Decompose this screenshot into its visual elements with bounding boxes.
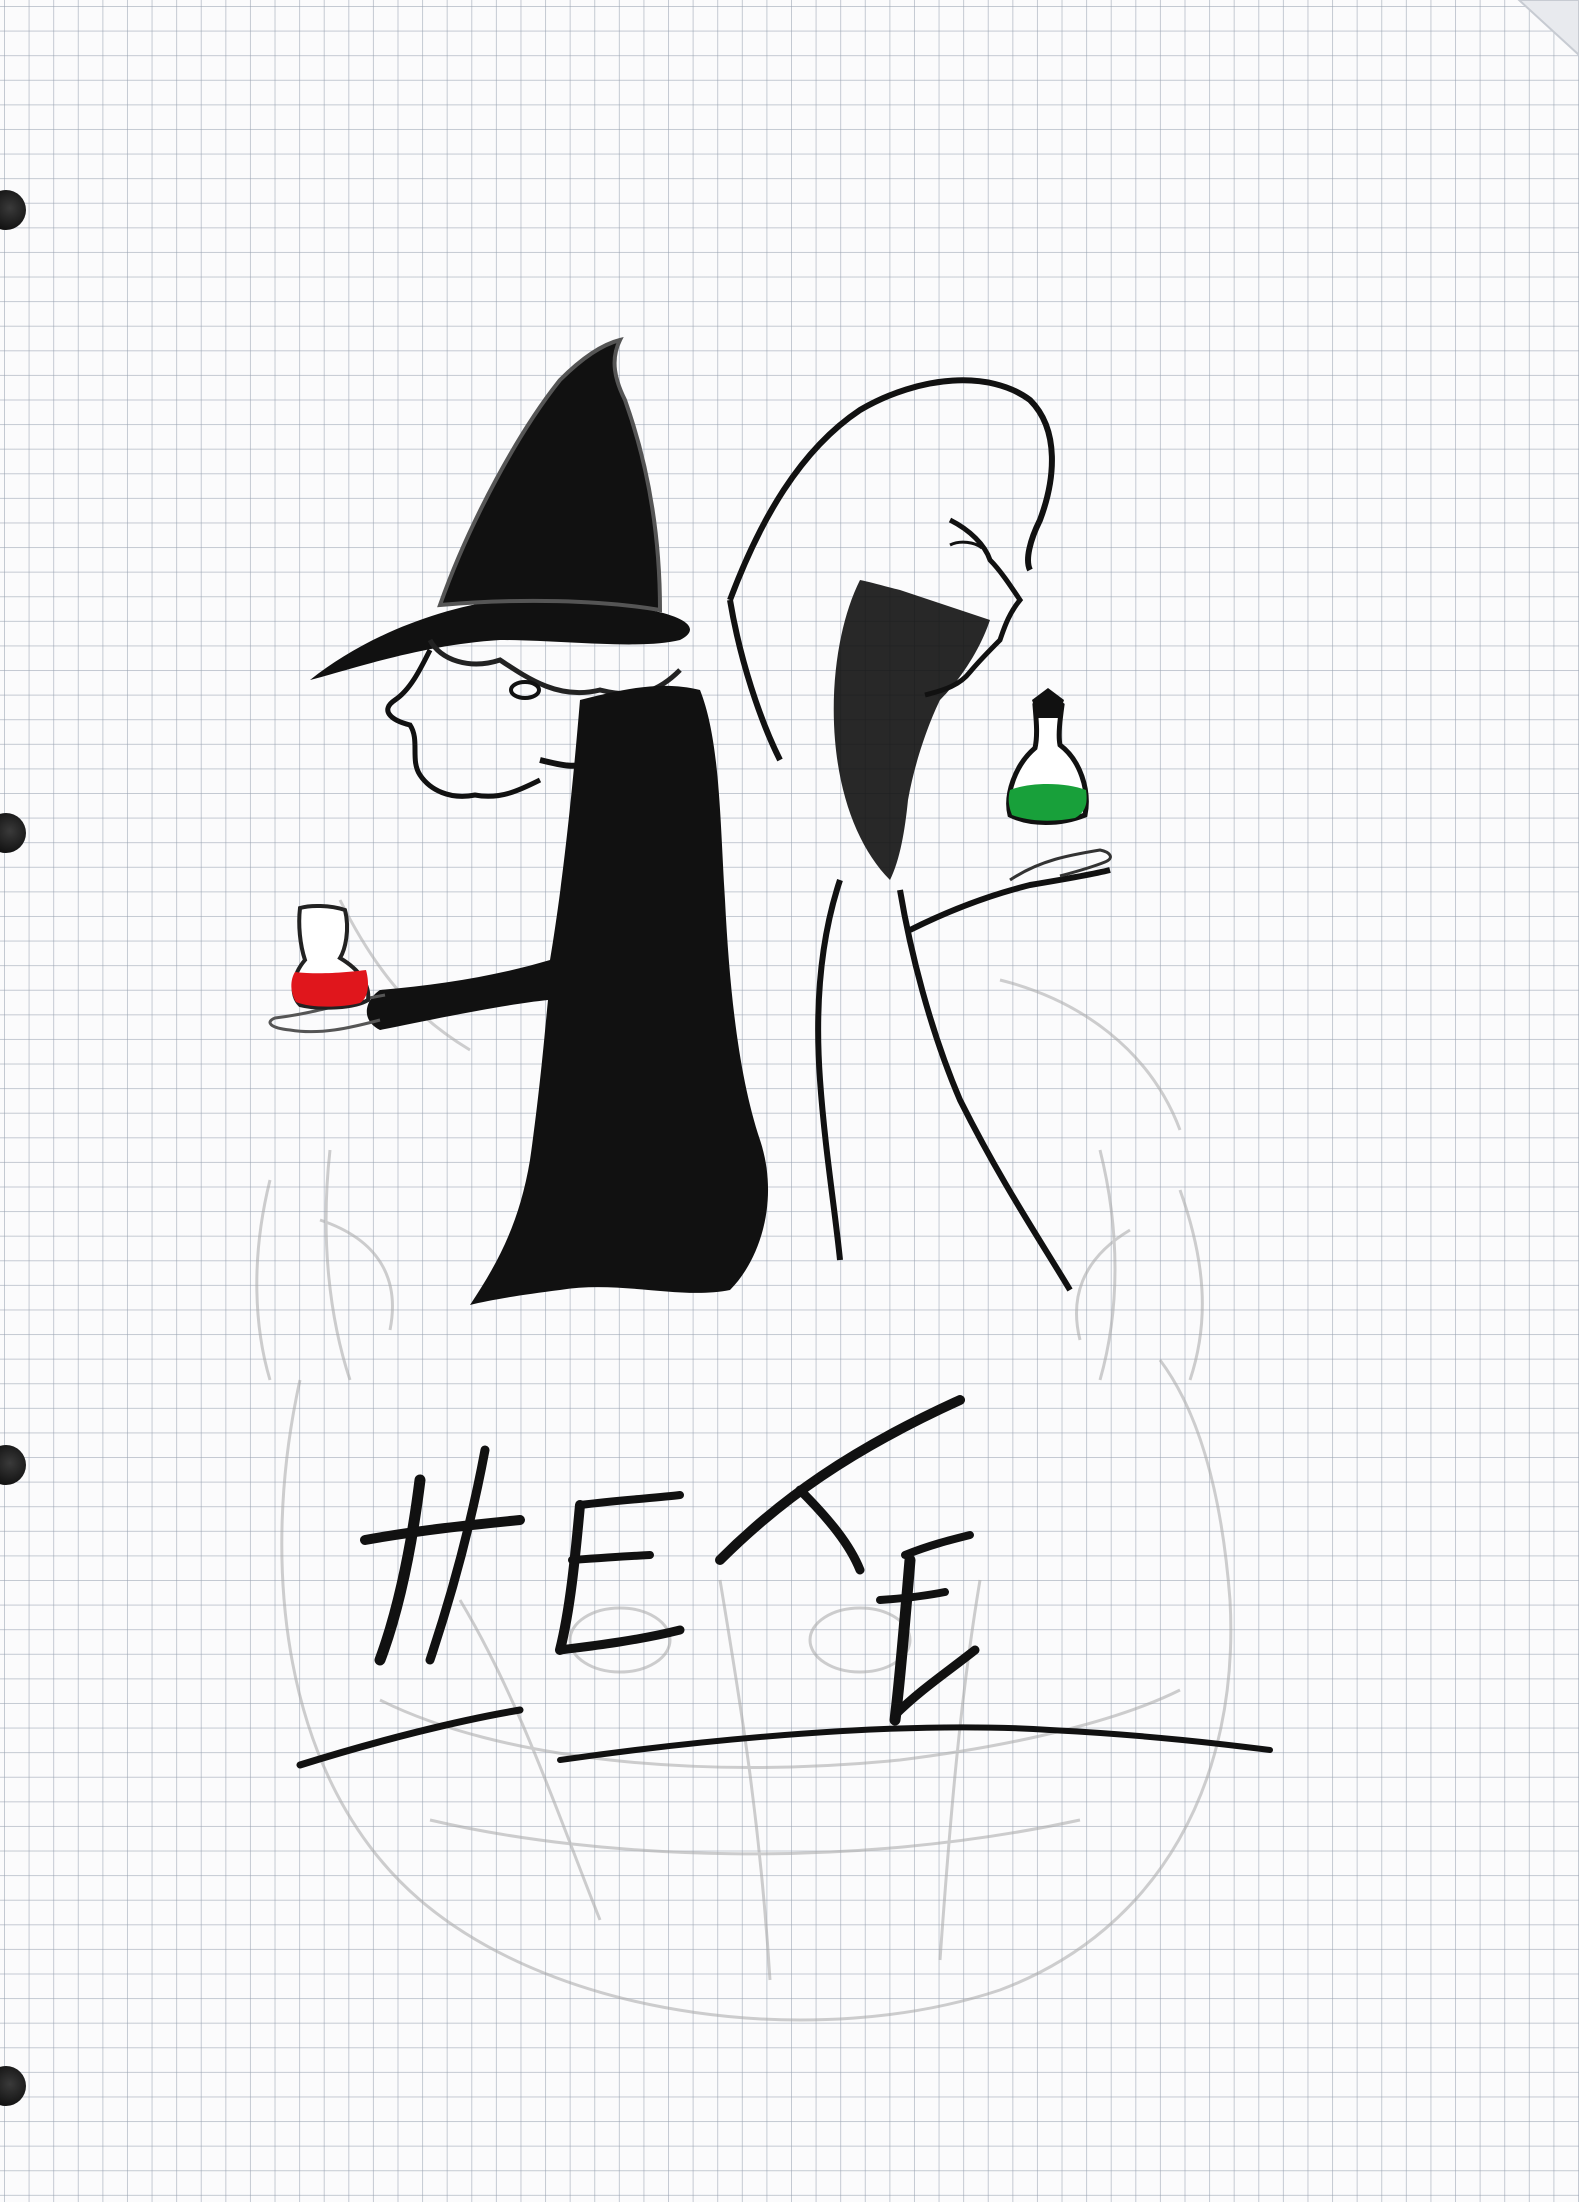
woman-dress	[815, 879, 843, 1261]
young-woman-figure	[727, 377, 1112, 1292]
hexe-lettering	[296, 1395, 1273, 1769]
green-potion-flask-icon	[1006, 688, 1089, 825]
grid-paper-sheet: HEXE	[0, 0, 1579, 2202]
pencil-background-sketch	[255, 899, 1233, 2022]
sketch-drawing	[255, 337, 1273, 2022]
woman-veil	[727, 377, 1055, 602]
witch-hat	[310, 598, 690, 680]
old-witch-figure	[268, 337, 769, 1305]
red-potion-flask-icon	[291, 903, 371, 1010]
witch-robe	[366, 685, 769, 1305]
woman-hair	[833, 580, 990, 880]
